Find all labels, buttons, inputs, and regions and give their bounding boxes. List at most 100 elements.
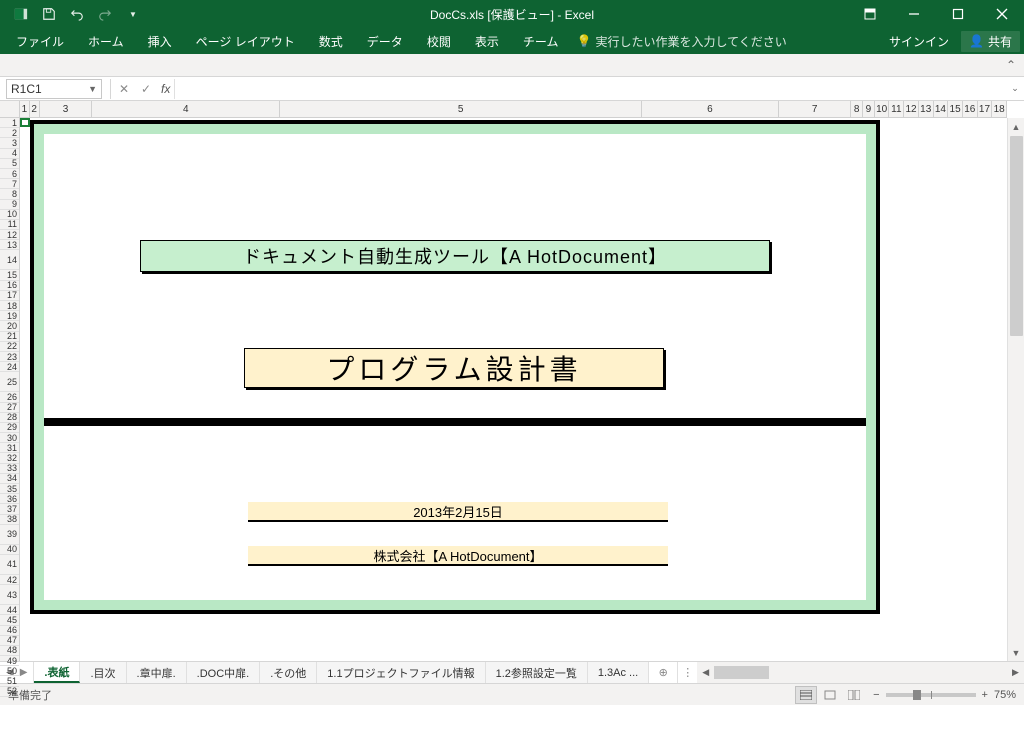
sheet-nav-next[interactable]: ▶ <box>20 667 28 678</box>
minimize-button[interactable] <box>892 0 936 28</box>
col-head[interactable]: 16 <box>963 101 978 117</box>
zoom-in-button[interactable]: + <box>982 689 988 701</box>
row-head[interactable]: 15 <box>0 270 19 280</box>
row-head[interactable]: 30 <box>0 433 19 443</box>
tab-data[interactable]: データ <box>355 29 415 54</box>
row-head[interactable]: 32 <box>0 453 19 463</box>
row-head[interactable]: 10 <box>0 210 19 220</box>
scroll-up-button[interactable]: ▲ <box>1008 118 1024 135</box>
sign-in-link[interactable]: サインイン <box>881 33 957 50</box>
row-head[interactable]: 31 <box>0 443 19 453</box>
row-head[interactable]: 49 <box>0 656 19 666</box>
col-head[interactable]: 8 <box>851 101 863 117</box>
row-head[interactable]: 27 <box>0 403 19 413</box>
row-head[interactable]: 5 <box>0 159 19 169</box>
row-headers[interactable]: 1234567891011121314151617181920212223242… <box>0 118 20 661</box>
col-head[interactable]: 17 <box>978 101 993 117</box>
cell-grid[interactable]: ドキュメント自動生成ツール【A HotDocument】 プログラム設計書 20… <box>20 118 1007 661</box>
close-button[interactable] <box>980 0 1024 28</box>
sheet-tab[interactable]: 1.3Ac ... <box>588 662 649 683</box>
zoom-slider[interactable] <box>886 693 976 697</box>
row-head[interactable]: 38 <box>0 515 19 525</box>
sheet-tab[interactable]: .表紙 <box>34 662 80 683</box>
col-head[interactable]: 15 <box>948 101 963 117</box>
row-head[interactable]: 45 <box>0 615 19 625</box>
view-page-break-button[interactable] <box>843 686 865 704</box>
row-head[interactable]: 3 <box>0 138 19 148</box>
row-head[interactable]: 44 <box>0 605 19 615</box>
row-head[interactable]: 46 <box>0 626 19 636</box>
row-head[interactable]: 41 <box>0 555 19 575</box>
sheet-tab[interactable]: 1.1プロジェクトファイル情報 <box>317 662 485 683</box>
row-head[interactable]: 9 <box>0 200 19 210</box>
col-head[interactable]: 14 <box>934 101 949 117</box>
qat-customize-button[interactable]: ▼ <box>120 2 146 26</box>
row-head[interactable]: 12 <box>0 230 19 240</box>
vscroll-thumb[interactable] <box>1010 136 1023 336</box>
row-head[interactable]: 14 <box>0 250 19 270</box>
col-head[interactable]: 3 <box>40 101 93 117</box>
row-head[interactable]: 23 <box>0 352 19 362</box>
row-head[interactable]: 48 <box>0 646 19 656</box>
fx-button[interactable]: fx <box>157 82 174 96</box>
redo-button[interactable] <box>92 2 118 26</box>
row-head[interactable]: 13 <box>0 240 19 250</box>
view-page-layout-button[interactable] <box>819 686 841 704</box>
sheet-overflow-button[interactable]: ⋮ <box>677 662 697 683</box>
row-head[interactable]: 42 <box>0 575 19 585</box>
row-head[interactable]: 28 <box>0 413 19 423</box>
undo-button[interactable] <box>64 2 90 26</box>
row-head[interactable]: 37 <box>0 504 19 514</box>
add-sheet-button[interactable]: ⊕ <box>649 662 677 683</box>
cancel-formula-button[interactable]: ✕ <box>113 82 135 96</box>
tab-team[interactable]: チーム <box>511 29 571 54</box>
scroll-down-button[interactable]: ▼ <box>1008 644 1024 661</box>
row-head[interactable]: 16 <box>0 281 19 291</box>
row-head[interactable]: 1 <box>0 118 19 128</box>
select-all-corner[interactable] <box>0 101 20 118</box>
tab-formulas[interactable]: 数式 <box>307 29 355 54</box>
tab-file[interactable]: ファイル <box>4 29 76 54</box>
row-head[interactable]: 29 <box>0 423 19 433</box>
tab-insert[interactable]: 挿入 <box>136 29 184 54</box>
enter-formula-button[interactable]: ✓ <box>135 82 157 96</box>
view-normal-button[interactable] <box>795 686 817 704</box>
col-head[interactable]: 5 <box>280 101 642 117</box>
row-head[interactable]: 8 <box>0 189 19 199</box>
scroll-right-button[interactable]: ▶ <box>1007 667 1024 678</box>
col-head[interactable]: 6 <box>642 101 779 117</box>
sheet-tab[interactable]: 1.2参照設定一覧 <box>486 662 588 683</box>
col-head[interactable]: 12 <box>904 101 919 117</box>
tab-review[interactable]: 校閲 <box>415 29 463 54</box>
row-head[interactable]: 43 <box>0 585 19 605</box>
maximize-button[interactable] <box>936 0 980 28</box>
row-head[interactable]: 40 <box>0 545 19 555</box>
zoom-out-button[interactable]: − <box>873 689 879 701</box>
col-head[interactable]: 18 <box>992 101 1007 117</box>
row-head[interactable]: 2 <box>0 128 19 138</box>
horizontal-scrollbar[interactable]: ◀ ▶ <box>697 662 1024 683</box>
column-headers[interactable]: 1 2 3 4 5 6 7 8 9 10 11 12 13 14 15 16 1… <box>20 101 1007 118</box>
col-head[interactable]: 7 <box>779 101 851 117</box>
tell-me-search[interactable]: 💡 実行したい作業を入力してください <box>576 33 786 50</box>
col-head[interactable]: 4 <box>92 101 280 117</box>
row-head[interactable]: 21 <box>0 332 19 342</box>
scroll-left-button[interactable]: ◀ <box>697 667 714 678</box>
col-head[interactable]: 11 <box>889 101 904 117</box>
row-head[interactable]: 34 <box>0 474 19 484</box>
zoom-level[interactable]: 75% <box>994 689 1016 701</box>
row-head[interactable]: 52 <box>0 687 19 697</box>
formula-input[interactable] <box>174 79 1006 99</box>
tab-home[interactable]: ホーム <box>76 29 136 54</box>
row-head[interactable]: 35 <box>0 484 19 494</box>
sheet-tab[interactable]: .目次 <box>80 662 126 683</box>
row-head[interactable]: 11 <box>0 220 19 230</box>
row-head[interactable]: 26 <box>0 392 19 402</box>
row-head[interactable]: 47 <box>0 636 19 646</box>
row-head[interactable]: 19 <box>0 311 19 321</box>
col-head[interactable]: 13 <box>919 101 934 117</box>
ribbon-display-button[interactable] <box>848 0 892 28</box>
expand-formula-button[interactable]: ⌄ <box>1006 83 1024 94</box>
tab-view[interactable]: 表示 <box>463 29 511 54</box>
row-head[interactable]: 17 <box>0 291 19 301</box>
